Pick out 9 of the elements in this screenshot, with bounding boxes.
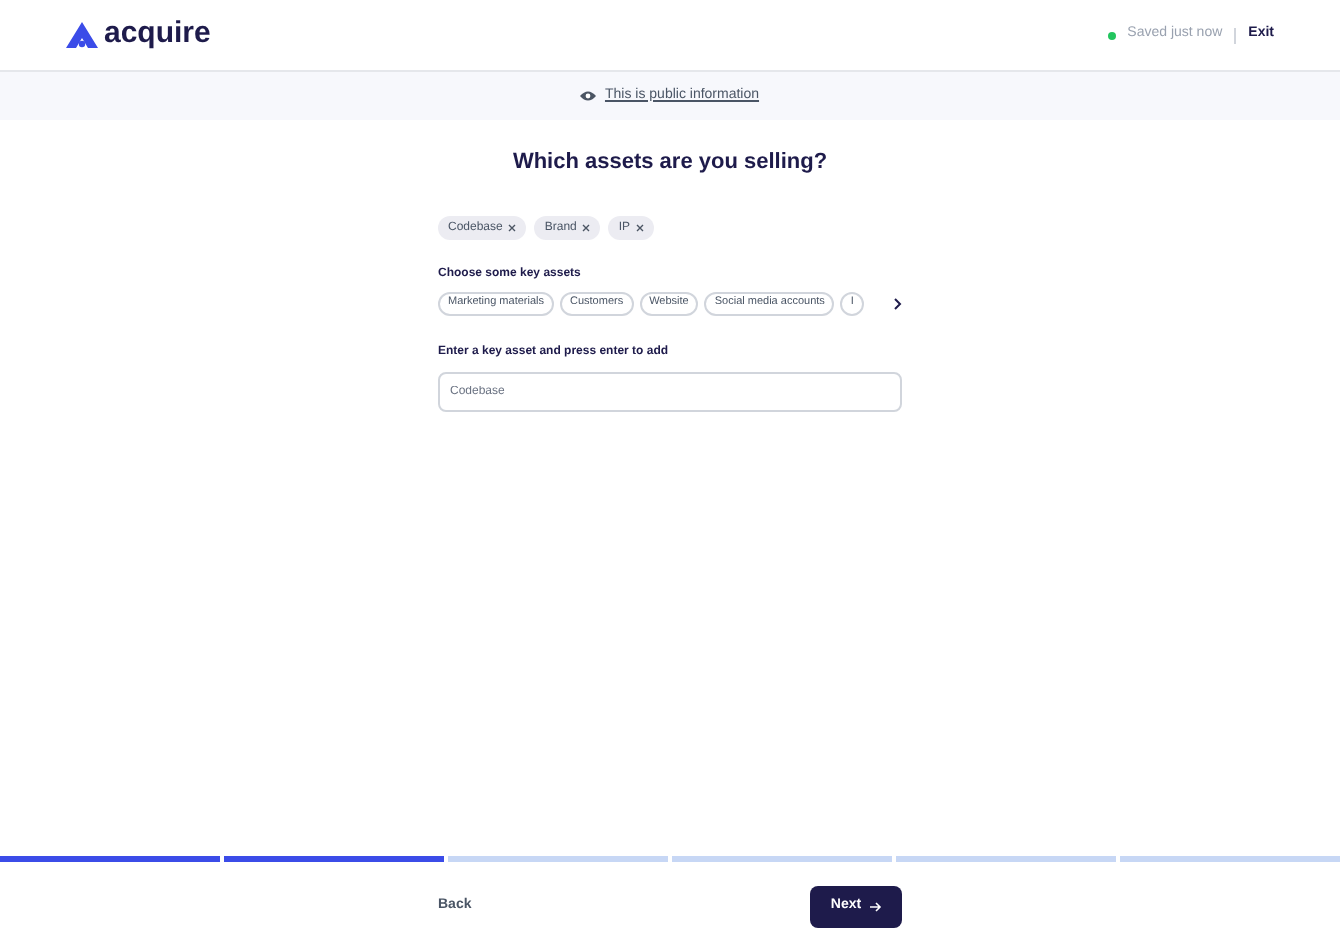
page-title: Which assets are you selling? [510, 148, 830, 178]
eye-icon [580, 90, 597, 102]
remove-icon[interactable] [636, 223, 645, 231]
logo-text: acquire [104, 14, 211, 55]
logo-icon [66, 22, 98, 48]
remove-icon[interactable] [508, 223, 517, 231]
remove-icon[interactable] [582, 223, 591, 231]
chevron-right-icon[interactable] [894, 297, 902, 309]
arrow-right-icon [869, 902, 882, 912]
